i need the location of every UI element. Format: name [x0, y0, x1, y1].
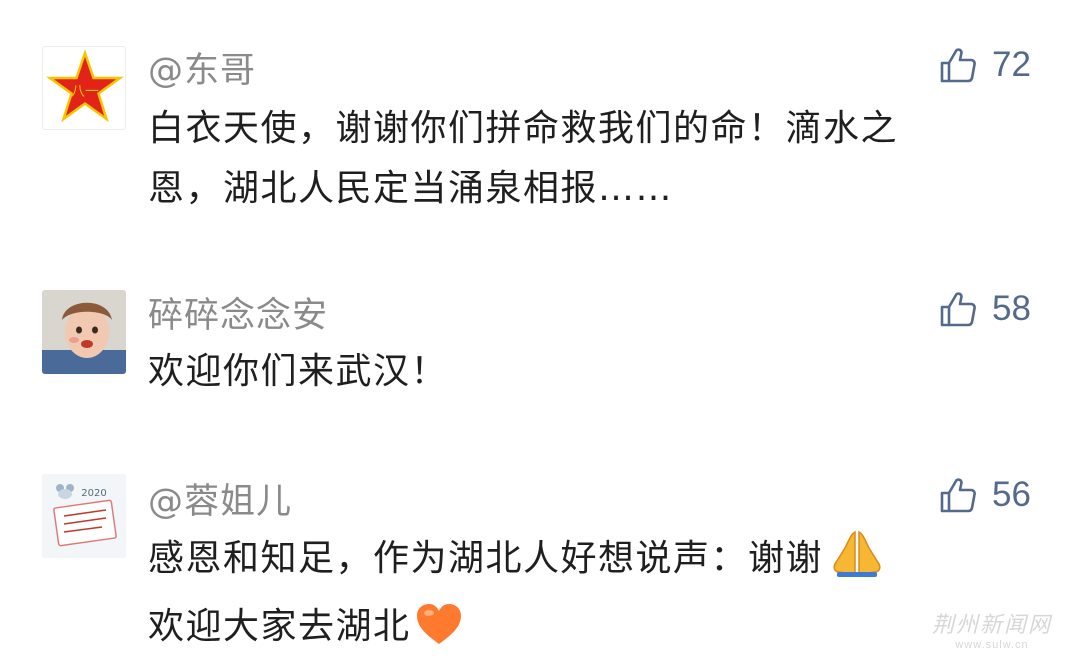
- avatar[interactable]: 2020: [42, 474, 126, 558]
- red-star-badge-icon: 八一: [46, 49, 124, 123]
- like-button[interactable]: 58: [938, 287, 1031, 331]
- like-count: 58: [992, 289, 1031, 328]
- mouse-calendar-card-icon: 2020: [42, 474, 126, 558]
- comment-item: 碎碎念念安 58 欢迎你们来武汉！: [0, 240, 1080, 420]
- thumbs-up-icon: [940, 292, 976, 327]
- avatar[interactable]: [42, 290, 126, 374]
- comment-text-line: 欢迎大家去湖北: [148, 606, 411, 647]
- comment-text: 欢迎你们来武汉！: [148, 342, 1048, 402]
- watermark-text: 荆州新闻网: [931, 613, 1052, 638]
- comment-text: 感恩和知足，作为湖北人好想说声：谢谢 欢迎大家去湖北: [148, 528, 1048, 665]
- avatar-badge-text: 八一: [71, 84, 99, 100]
- watermark-url: www.sulw.cn: [955, 639, 1029, 651]
- like-count: 56: [992, 475, 1031, 514]
- comment-item: 2020 @蓉姐儿 56 感恩和知足，作为湖北人好想说声：谢谢 欢迎大家去湖北: [0, 420, 1080, 669]
- username[interactable]: @东哥: [148, 42, 256, 93]
- thumbs-up-icon: [940, 48, 976, 83]
- like-button[interactable]: 56: [938, 473, 1031, 517]
- comment-text-line: 欢迎你们来武汉！: [148, 351, 449, 392]
- thumbs-up-icon: [940, 478, 976, 513]
- comment-text-line: 恩，湖北人民定当涌泉相报……: [148, 168, 674, 209]
- avatar[interactable]: 八一: [42, 46, 126, 130]
- like-button[interactable]: 72: [938, 43, 1031, 87]
- username[interactable]: 碎碎念念安: [148, 287, 328, 338]
- comment-text: 白衣天使，谢谢你们拼命救我们的命！滴水之 恩，湖北人民定当涌泉相报……: [148, 99, 1048, 219]
- watermark: 荆州新闻网 www.sulw.cn: [932, 607, 1052, 651]
- comment-text-line: 白衣天使，谢谢你们拼命救我们的命！滴水之: [148, 108, 899, 149]
- like-count: 72: [992, 45, 1031, 84]
- avatar-badge-text: 2020: [81, 488, 106, 499]
- folded-hands-emoji-icon: [827, 528, 887, 597]
- comment-text-line: 感恩和知足，作为湖北人好想说声：谢谢: [148, 538, 824, 579]
- orange-heart-emoji-icon: [415, 602, 463, 665]
- comment-item: 八一 @东哥 72 白衣天使，谢谢你们拼命救我们的命！滴水之 恩，湖北人民定当涌…: [0, 0, 1080, 240]
- child-photo-icon: [42, 290, 126, 374]
- username[interactable]: @蓉姐儿: [148, 473, 292, 524]
